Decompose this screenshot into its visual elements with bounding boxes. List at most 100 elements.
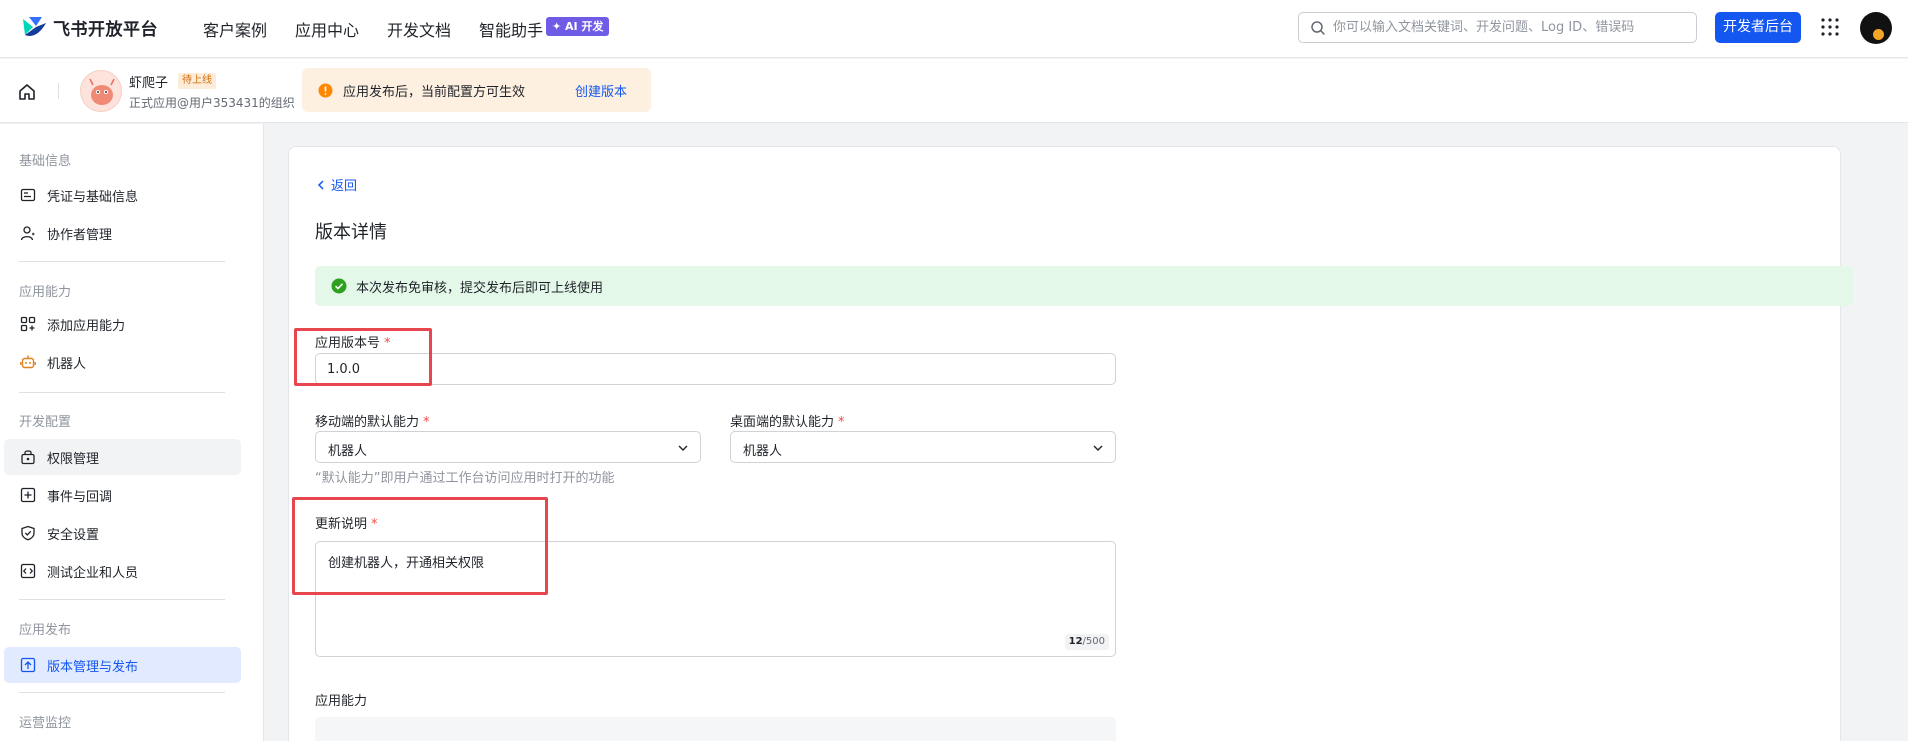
sidebar-item-label: 协作者管理 (47, 228, 113, 243)
mobile-default-value: 机器人 (328, 444, 368, 459)
sidebar-group-basic: 基础信息 (19, 154, 72, 169)
sidebar-divider (19, 692, 225, 693)
app-header: 虾爬子 待上线 正式应用@用户353431的组织 应用发布后，当前配置方可生效 … (0, 59, 1908, 123)
shield-icon (21, 525, 35, 541)
doc-search[interactable] (1298, 12, 1697, 43)
chevron-down-icon (1093, 445, 1103, 451)
sidebar-group-release: 应用发布 (19, 623, 72, 638)
desktop-default-label-text: 桌面端的默认能力 (730, 415, 835, 430)
mobile-default-label: 移动端的默认能力 * (315, 411, 430, 430)
event-plus-icon (20, 487, 36, 503)
default-capability-hint: “默认能力”即用户通过工作台访问应用时打开的功能 (315, 471, 615, 486)
changelog-label: 更新说明 * (315, 513, 378, 532)
success-text: 本次发布免审核，提交发布后即可上线使用 (356, 281, 604, 296)
sidebar-group-capabilities: 应用能力 (19, 285, 72, 300)
chevron-down-icon (678, 445, 688, 451)
add-apps-icon (20, 316, 36, 332)
sidebar-item-bot[interactable]: 机器人 (4, 344, 241, 380)
search-icon (1311, 21, 1325, 35)
upload-icon (20, 657, 36, 673)
changelog-value: 创建机器人，开通相关权限 (328, 556, 485, 571)
char-max: /500 (1082, 636, 1105, 647)
sidebar-item-events[interactable]: 事件与回调 (4, 477, 241, 513)
required-mark: * (423, 415, 430, 430)
search-input[interactable] (1333, 14, 1688, 41)
char-count: 12 (1068, 636, 1083, 647)
version-label: 应用版本号 * (315, 332, 391, 351)
app-avatar[interactable] (80, 70, 122, 112)
check-circle-icon (331, 278, 347, 294)
mobile-default-select[interactable]: 机器人 (315, 431, 701, 463)
changelog-textarea[interactable]: 创建机器人，开通相关权限 12/500 (315, 541, 1116, 657)
required-mark: * (838, 415, 845, 430)
sidebar-divider (19, 261, 225, 262)
back-label: 返回 (331, 179, 358, 194)
app-org: 正式应用@用户353431的组织 (129, 96, 295, 110)
sidebar-group-dev-config: 开发配置 (19, 415, 72, 430)
sidebar-item-label: 版本管理与发布 (47, 660, 139, 675)
mobile-default-label-text: 移动端的默认能力 (315, 415, 420, 430)
code-icon (20, 563, 36, 579)
required-mark: * (384, 336, 391, 351)
desktop-default-value: 机器人 (743, 444, 783, 459)
brand-name: 飞书开放平台 (53, 19, 158, 40)
user-icon (20, 226, 35, 241)
notice-text: 应用发布后，当前配置方可生效 (343, 85, 526, 100)
sidebar-divider (19, 392, 225, 393)
version-field[interactable] (315, 353, 1116, 385)
desktop-default-label: 桌面端的默认能力 * (730, 411, 845, 430)
nav-ai-assistant[interactable]: 智能助手 (479, 17, 543, 41)
sidebar-item-security[interactable]: 安全设置 (4, 515, 241, 551)
create-version-link[interactable]: 创建版本 (575, 81, 627, 100)
sidebar-item-credentials[interactable]: 凭证与基础信息 (4, 177, 241, 213)
user-avatar[interactable] (1860, 12, 1892, 44)
apps-grid-icon[interactable] (1820, 17, 1840, 37)
id-card-icon (20, 188, 36, 202)
feishu-logo-icon (23, 17, 46, 36)
sidebar-item-label: 添加应用能力 (47, 319, 126, 334)
main-nav: 客户案例 应用中心 开发文档 智能助手 (203, 17, 571, 41)
status-badge: 待上线 (178, 73, 216, 89)
version-input[interactable] (316, 354, 1115, 384)
top-navbar: 飞书开放平台 客户案例 应用中心 开发文档 智能助手 ✦ AI 开发 开发者后台 (0, 0, 1908, 58)
sidebar-item-label: 测试企业和人员 (47, 566, 139, 581)
sidebar-item-label: 凭证与基础信息 (47, 190, 139, 205)
nav-customer-cases[interactable]: 客户案例 (203, 17, 267, 41)
required-mark: * (371, 517, 378, 532)
brand-logo[interactable]: 飞书开放平台 (20, 14, 158, 40)
nav-app-center[interactable]: 应用中心 (295, 17, 359, 41)
chevron-left-icon (317, 179, 324, 190)
divider (58, 83, 59, 99)
developer-console-button[interactable]: 开发者后台 (1715, 12, 1801, 43)
sidebar-item-permissions[interactable]: 权限管理 (4, 439, 241, 475)
sidebar-item-collaborators[interactable]: 协作者管理 (4, 215, 241, 251)
permission-lock-icon (21, 450, 35, 465)
version-label-text: 应用版本号 (315, 336, 381, 351)
shrimp-logo-icon (89, 78, 115, 105)
version-detail-card: 返回 版本详情 本次发布免审核，提交发布后即可上线使用 应用版本号* 移动端的默… (288, 146, 1853, 741)
sidebar-item-label: 安全设置 (47, 528, 100, 543)
sidebar-item-version-release[interactable]: 版本管理与发布 (4, 647, 241, 683)
robot-icon (20, 355, 36, 369)
nav-dev-docs[interactable]: 开发文档 (387, 17, 451, 41)
app-name: 虾爬子 (129, 76, 169, 91)
sidebar-item-label: 机器人 (47, 357, 87, 372)
sidebar-item-add-capability[interactable]: 添加应用能力 (4, 306, 241, 342)
avatar-dot (1873, 29, 1884, 40)
page-title: 版本详情 (315, 222, 387, 243)
ai-dev-badge[interactable]: ✦ AI 开发 (546, 17, 610, 36)
sidebar: 基础信息 凭证与基础信息 协作者管理 应用能力 添加应用能力 机器人 开发配置 … (0, 124, 264, 741)
warning-icon (318, 83, 333, 98)
capabilities-box (315, 717, 1116, 741)
home-icon[interactable] (17, 82, 37, 102)
back-link[interactable]: 返回 (315, 175, 357, 194)
sidebar-item-test-org[interactable]: 测试企业和人员 (4, 553, 241, 589)
sidebar-divider (19, 599, 225, 600)
sidebar-group-monitoring: 运营监控 (19, 716, 72, 731)
changelog-label-text: 更新说明 (315, 517, 368, 532)
publish-notice: 应用发布后，当前配置方可生效 创建版本 (302, 68, 651, 112)
sidebar-item-label: 事件与回调 (47, 490, 113, 505)
success-banner: 本次发布免审核，提交发布后即可上线使用 (315, 266, 1853, 306)
desktop-default-select[interactable]: 机器人 (730, 431, 1116, 463)
capabilities-label: 应用能力 (315, 694, 368, 709)
